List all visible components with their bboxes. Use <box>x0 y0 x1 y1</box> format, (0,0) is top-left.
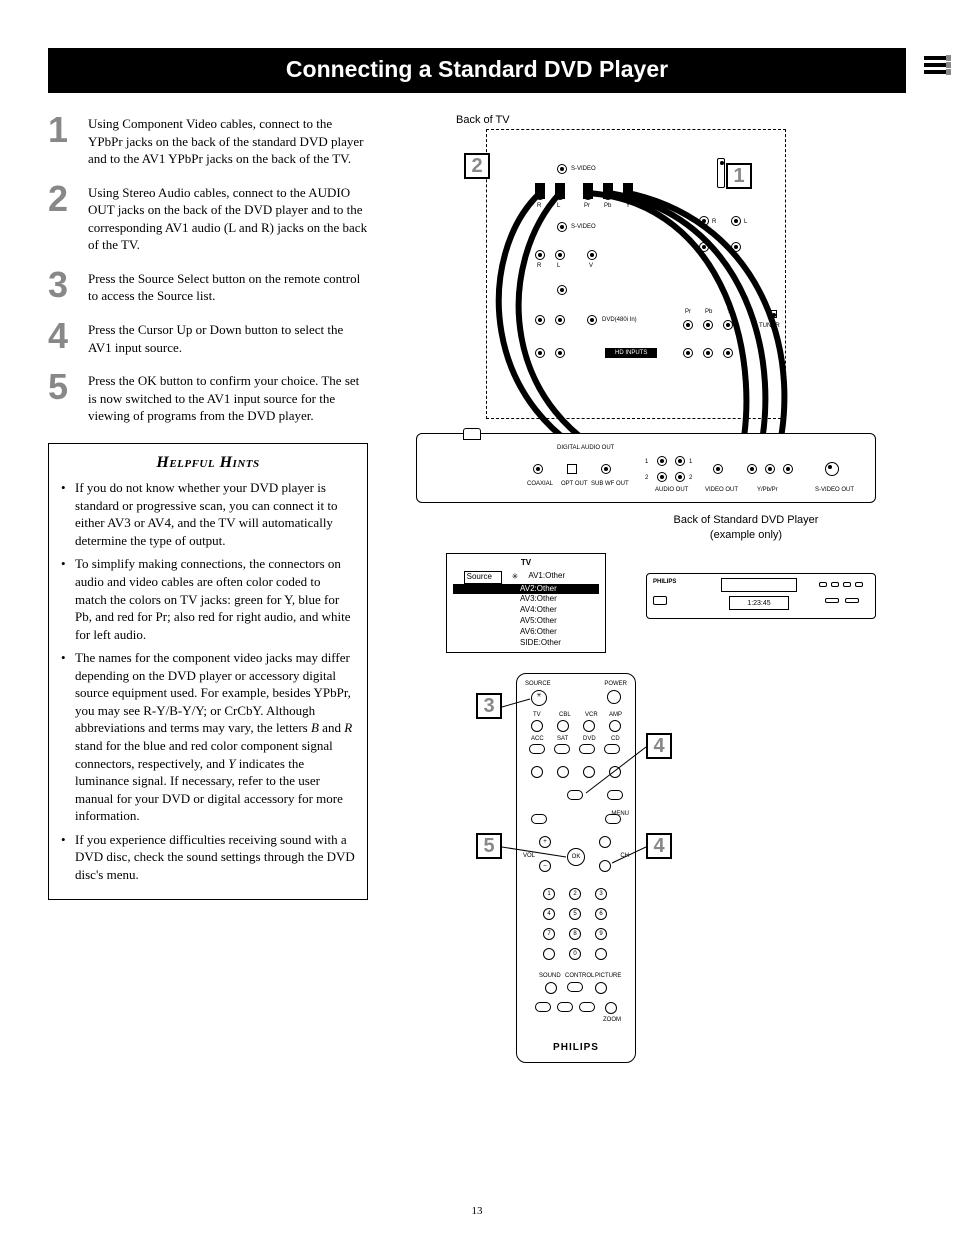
osd-row: AV1:Other <box>528 571 588 584</box>
connection-diagram: Back of TV S-VIDEO R L Pr Pb Y <box>396 113 876 1083</box>
step-1: 1 Using Component Video cables, connect … <box>48 113 368 168</box>
step-number: 1 <box>48 113 76 168</box>
connectors-icon <box>922 50 952 80</box>
hints-title: Helpful Hints <box>61 452 355 474</box>
dvd-brand-label: PHILIPS <box>653 578 676 586</box>
osd-row: AV5:Other <box>520 616 580 627</box>
label-audio-out: AUDIO OUT <box>655 486 688 494</box>
jack-y-out <box>747 464 757 474</box>
step-text: Press the OK button to confirm your choi… <box>88 370 368 425</box>
label-svideo-out: S-VIDEO OUT <box>815 486 854 494</box>
step-text: Press the Cursor Up or Down button to se… <box>88 319 368 356</box>
hint-item: The names for the component video jacks … <box>61 649 355 824</box>
hint-item: If you experience difficulties receiving… <box>61 831 355 884</box>
osd-row: AV6:Other <box>520 627 580 638</box>
page-title: Connecting a Standard DVD Player <box>286 56 668 82</box>
back-of-dvd-label: Back of Standard DVD Player (example onl… <box>636 513 856 543</box>
jack-ao-l2 <box>657 472 667 482</box>
jack-cvbs-out <box>713 464 723 474</box>
step-3: 3 Press the Source Select button on the … <box>48 268 368 305</box>
label-video-out: VIDEO OUT <box>705 486 738 494</box>
jack-optical <box>567 464 577 474</box>
right-column: Back of TV S-VIDEO R L Pr Pb Y <box>396 113 906 1083</box>
page-title-bar: Connecting a Standard DVD Player <box>48 48 906 93</box>
step-2: 2 Using Stereo Audio cables, connect to … <box>48 182 368 254</box>
jack-subwf <box>601 464 611 474</box>
osd-source-label: Source <box>464 571 502 584</box>
dvd-time-display: 1:23:45 <box>729 596 789 610</box>
step-5: 5 Press the OK button to confirm your ch… <box>48 370 368 425</box>
vent-icon <box>463 428 481 440</box>
jack-pb-out <box>765 464 775 474</box>
step-number: 2 <box>48 182 76 254</box>
dvd-front-panel: PHILIPS 1:23:45 <box>646 573 876 619</box>
tray-slot <box>721 578 797 592</box>
step-4: 4 Press the Cursor Up or Down button to … <box>48 319 368 356</box>
leader-lines <box>396 673 696 893</box>
left-column: 1 Using Component Video cables, connect … <box>48 113 368 1083</box>
osd-row: AV2:Other <box>520 584 580 595</box>
jack-pr-out <box>783 464 793 474</box>
dvd-back-panel: DIGITAL AUDIO OUT COAXIAL OPT OUT SUB WF… <box>416 433 876 503</box>
hint-item: If you do not know whether your DVD play… <box>61 479 355 549</box>
label-opt: OPT OUT <box>561 480 588 488</box>
step-text: Using Component Video cables, connect to… <box>88 113 368 168</box>
step-number: 4 <box>48 319 76 356</box>
label-coax: COAXIAL <box>527 480 553 488</box>
hint-text: The names for the component video jacks … <box>75 650 352 823</box>
jack-ao-r1 <box>675 456 685 466</box>
osd-header: TV <box>453 558 599 569</box>
main-columns: 1 Using Component Video cables, connect … <box>48 113 906 1083</box>
osd-source-list: TV Source✳AV1:Other AV2:Other AV3:Other … <box>446 553 606 653</box>
jack-ao-r2 <box>675 472 685 482</box>
hints-list: If you do not know whether your DVD play… <box>61 479 355 883</box>
jack-ao-l1 <box>657 456 667 466</box>
label-sub: SUB WF OUT <box>591 480 629 488</box>
step-text: Using Stereo Audio cables, connect to th… <box>88 182 368 254</box>
helpful-hints-box: Helpful Hints If you do not know whether… <box>48 443 368 901</box>
hint-item: To simplify making connections, the conn… <box>61 555 355 643</box>
power-button-icon <box>653 596 667 605</box>
label-ypbpr-out: Y/Pb/Pr <box>757 486 778 494</box>
step-number: 5 <box>48 370 76 425</box>
label-digital-audio: DIGITAL AUDIO OUT <box>557 444 614 452</box>
jack-coaxial <box>533 464 543 474</box>
step-number: 3 <box>48 268 76 305</box>
remote-brand: PHILIPS <box>517 1041 635 1055</box>
osd-row: SIDE:Other <box>520 638 580 649</box>
step-text: Press the Source Select button on the re… <box>88 268 368 305</box>
osd-row: AV4:Other <box>520 605 580 616</box>
jack-svideo-out <box>825 462 839 476</box>
page-number: 13 <box>0 1204 954 1219</box>
osd-row: AV3:Other <box>520 594 580 605</box>
